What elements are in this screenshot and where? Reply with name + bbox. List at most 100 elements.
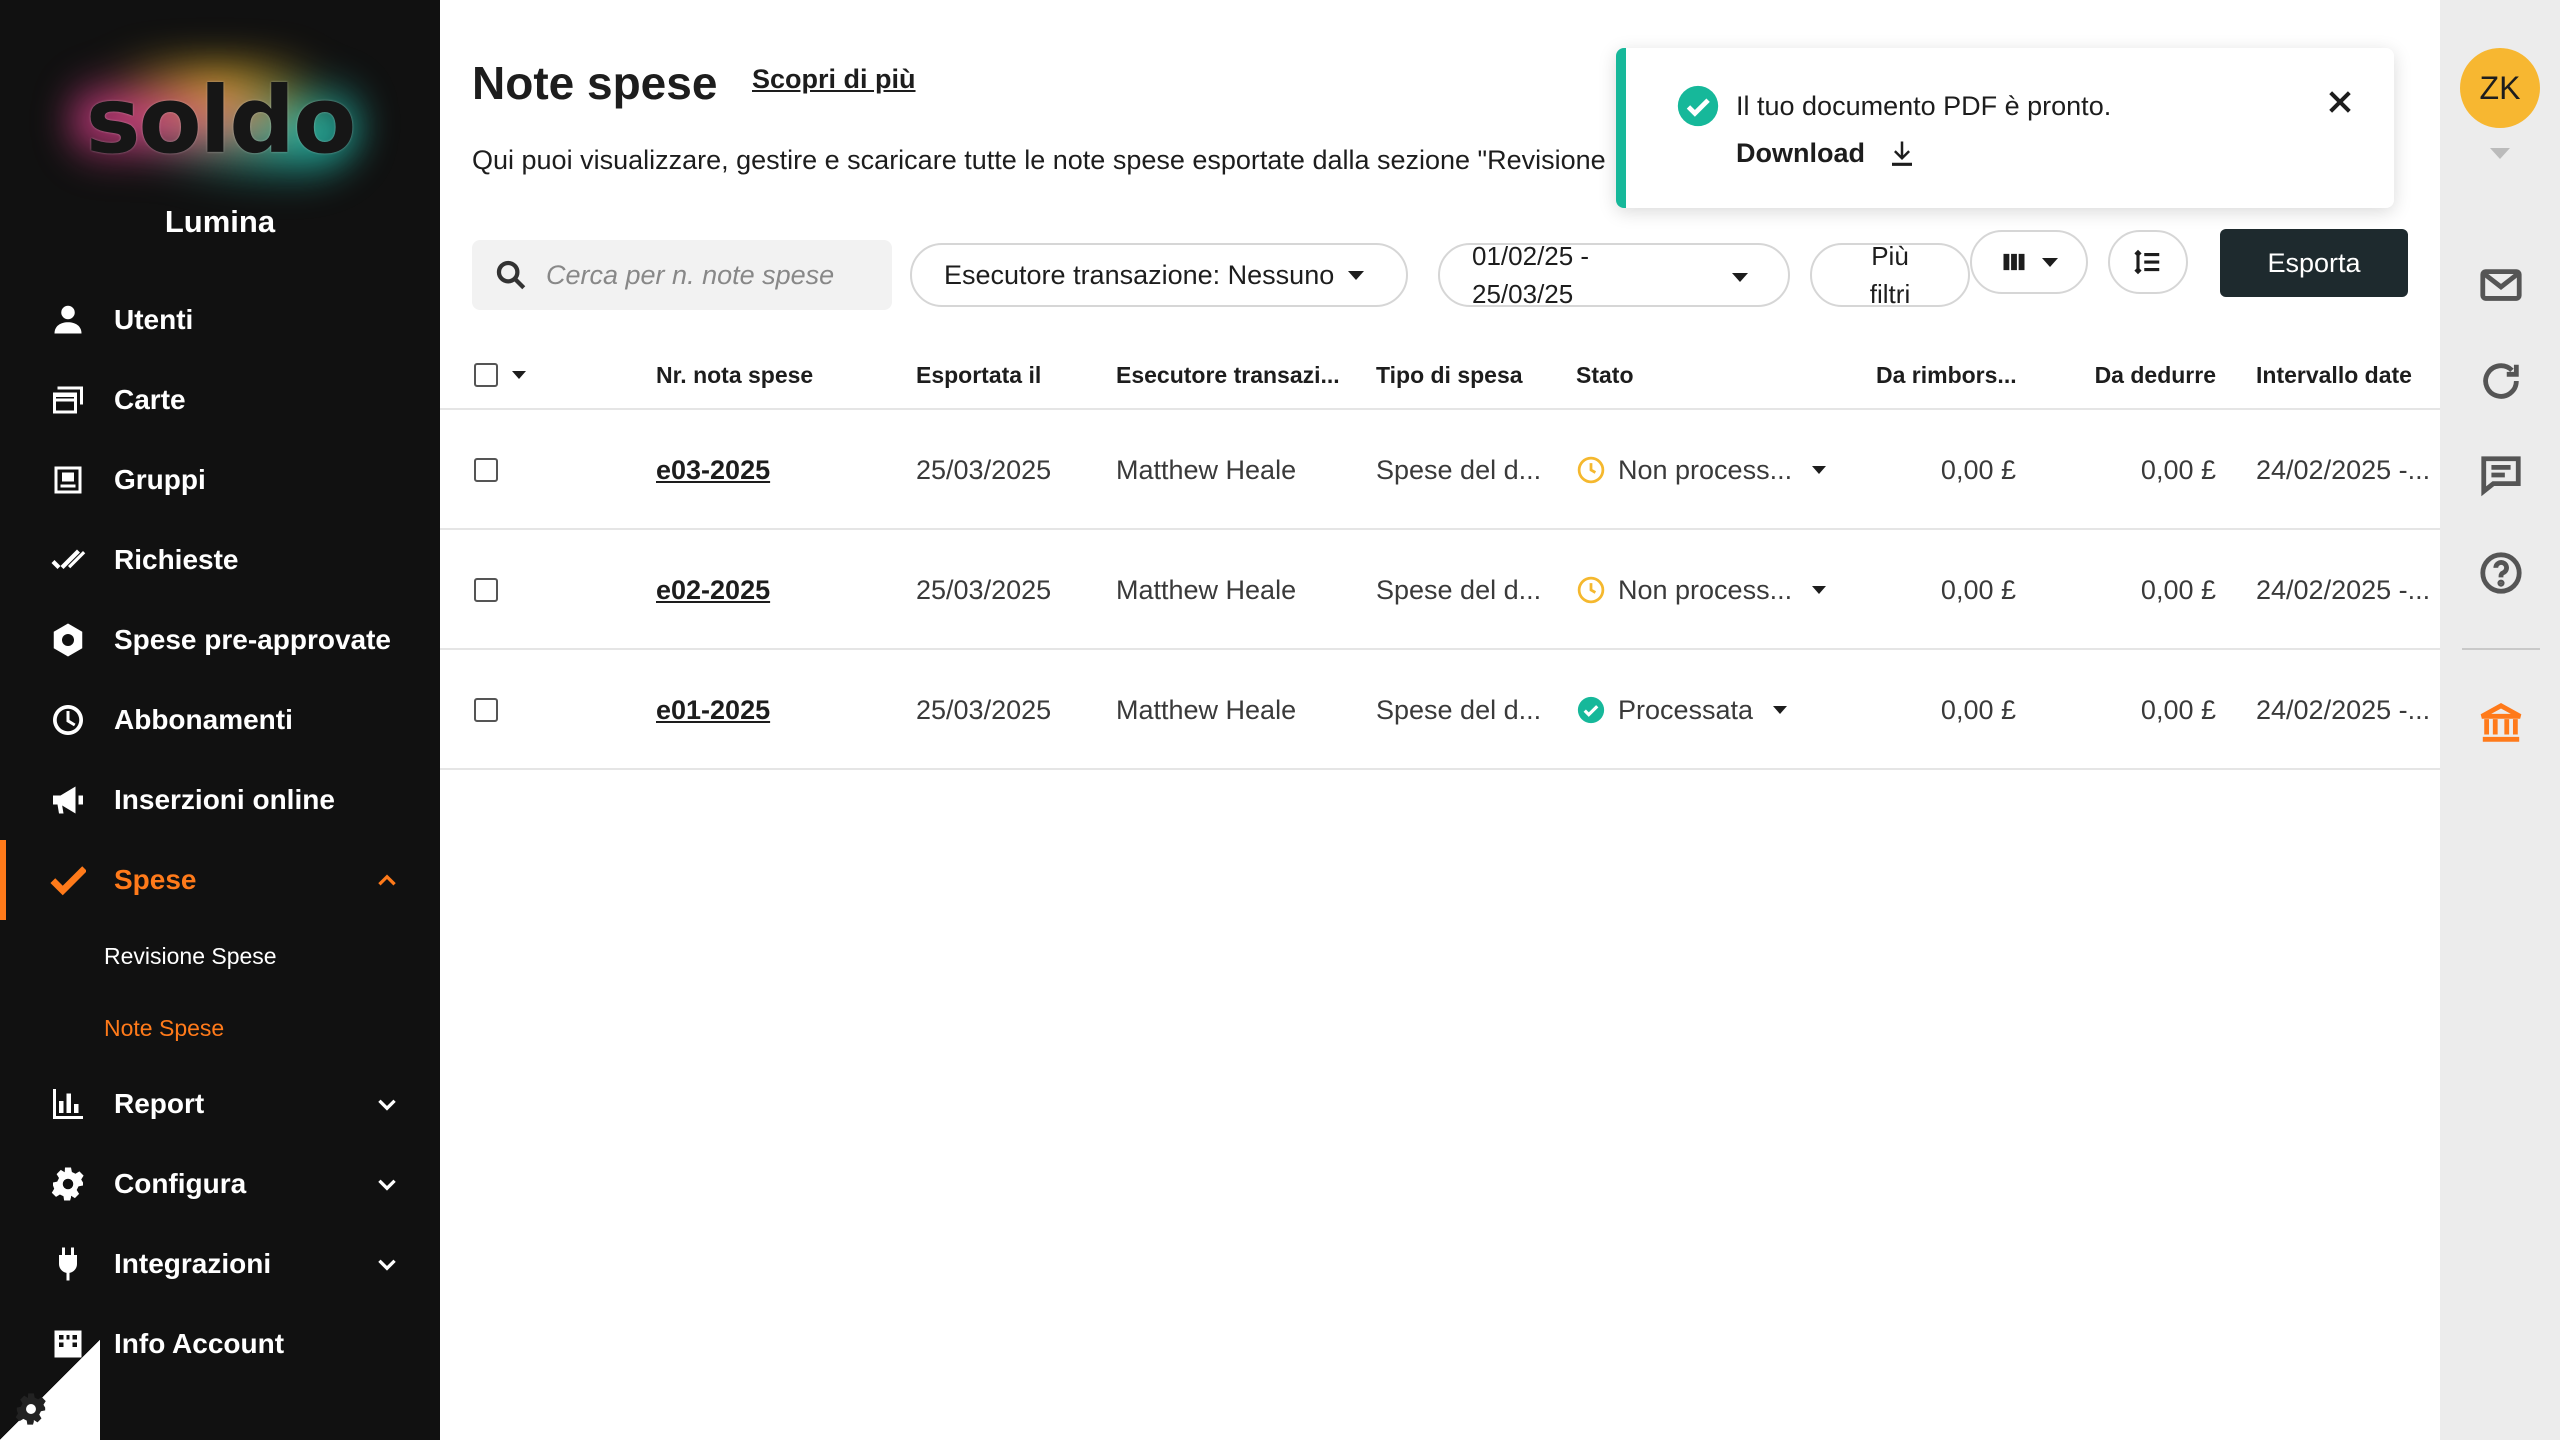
row-checkbox[interactable] [474, 578, 498, 602]
row-select[interactable] [474, 410, 498, 530]
sidebar-item-label: Info Account [114, 1328, 285, 1359]
row-density-button[interactable] [2108, 230, 2188, 294]
search-icon [496, 260, 526, 290]
sidebar-item-label: Spese pre-approvate [114, 624, 391, 655]
column-header-deduct[interactable]: Da dedurre [2076, 340, 2216, 410]
table-row[interactable]: e03-2025 25/03/2025 Matthew Heale Spese … [440, 410, 2440, 530]
status-dropdown[interactable]: Non process... [1576, 410, 1827, 530]
date-range-filter[interactable]: 01/02/25 - 25/03/25 [1438, 241, 1790, 309]
row-select[interactable] [474, 650, 498, 770]
sidebar-item-label: Configura [114, 1168, 247, 1199]
column-header-date-range[interactable]: Intervallo date [2256, 340, 2412, 410]
status-dropdown[interactable]: Processata [1576, 650, 1788, 770]
deduct-amount: 0,00 £ [2140, 695, 2216, 725]
sidebar-subitem-note-spese[interactable]: Note Spese [0, 992, 440, 1064]
user-avatar[interactable]: ZK [2460, 48, 2540, 128]
chevron-down-icon[interactable] [374, 1091, 400, 1117]
groups-icon [48, 460, 88, 500]
sidebar-item-integrazioni[interactable]: Integrazioni [0, 1224, 440, 1304]
sidebar-item-richieste[interactable]: Richieste [0, 520, 440, 600]
badge-icon [48, 620, 88, 660]
sidebar-item-gruppi[interactable]: Gruppi [0, 440, 440, 520]
expense-type: Spese del d... [1376, 575, 1542, 605]
chevron-up-icon[interactable] [374, 867, 400, 893]
columns-icon [2003, 253, 2025, 271]
select-all-checkbox[interactable] [474, 363, 498, 387]
executor-name: Matthew Heale [1116, 575, 1297, 605]
date-range-end: 25/03/25 [1472, 279, 1574, 309]
sidebar-item-abbonamenti[interactable]: Abbonamenti [0, 680, 440, 760]
columns-toggle-button[interactable] [1970, 230, 2088, 294]
toast-download-link[interactable]: Download [1736, 138, 1917, 169]
mail-icon[interactable] [2478, 262, 2524, 308]
learn-more-link[interactable]: Scopri di più [752, 64, 916, 95]
status-cell: Non process... [1576, 410, 1827, 530]
refund-amount: 0,00 £ [1940, 695, 2016, 725]
row-select[interactable] [474, 530, 498, 650]
cards-icon [48, 380, 88, 420]
sidebar-item-carte[interactable]: Carte [0, 360, 440, 440]
sidebar-item-configura[interactable]: Configura [0, 1144, 440, 1224]
export-button[interactable]: Esporta [2220, 229, 2408, 297]
caret-down-icon[interactable] [512, 371, 526, 379]
caret-down-icon [1348, 270, 1365, 280]
toast-download-label: Download [1736, 138, 1865, 168]
settings-gear-icon[interactable] [14, 1392, 48, 1426]
soldo-logo[interactable]: soldo [0, 58, 440, 183]
chevron-down-icon[interactable] [374, 1171, 400, 1197]
column-header-exported[interactable]: Esportata il [916, 340, 1041, 410]
organization-name: Lumina [164, 204, 276, 239]
deduct-amount: 0,00 £ [2140, 455, 2216, 485]
bank-icon[interactable] [2478, 700, 2524, 746]
sidebar-item-utenti[interactable]: Utenti [0, 280, 440, 360]
search-input[interactable] [546, 259, 866, 291]
sidebar-nav: Utenti Carte Gruppi Richieste Spese pre-… [0, 280, 440, 1384]
pending-clock-icon [1577, 456, 1605, 484]
report-number-link[interactable]: e02-2025 [656, 530, 770, 650]
sidebar-subitem-revisione-spese[interactable]: Revisione Spese [0, 920, 440, 992]
page-title: Note spese [472, 57, 718, 109]
download-icon [1892, 141, 1912, 166]
column-header-number[interactable]: Nr. nota spese [656, 340, 813, 410]
column-header-executor[interactable]: Esecutore transazi... [1116, 340, 1340, 410]
date-range: 24/02/2025 -... [2256, 575, 2431, 605]
sidebar-item-spese-pre-approvate[interactable]: Spese pre-approvate [0, 600, 440, 680]
column-header-status[interactable]: Stato [1576, 340, 1634, 410]
executor-name: Matthew Heale [1116, 455, 1297, 485]
refresh-icon[interactable] [2478, 358, 2524, 404]
column-header-refund[interactable]: Da rimbors... [1876, 340, 2017, 410]
more-filters-button[interactable]: Più filtri [1810, 241, 1970, 309]
select-all[interactable] [474, 340, 526, 410]
row-checkbox[interactable] [474, 458, 498, 482]
table-row[interactable]: e01-2025 25/03/2025 Matthew Heale Spese … [440, 650, 2440, 770]
close-icon[interactable] [2324, 86, 2356, 118]
caret-down-icon[interactable] [2490, 148, 2510, 159]
plug-icon [48, 1244, 88, 1284]
report-number-link[interactable]: e03-2025 [656, 410, 770, 530]
chat-icon[interactable] [2478, 452, 2524, 498]
processed-check-icon [1577, 696, 1605, 724]
column-header-type[interactable]: Tipo di spesa [1376, 340, 1523, 410]
table-row[interactable]: e02-2025 25/03/2025 Matthew Heale Spese … [440, 530, 2440, 650]
caret-down-icon [1812, 466, 1827, 474]
executor-filter-dropdown[interactable]: Esecutore transazione: Nessuno [910, 243, 1408, 307]
checkmark-pen-icon [48, 860, 88, 900]
help-icon[interactable] [2478, 550, 2524, 596]
sidebar: soldo Lumina Utenti Carte Gruppi Richies… [0, 0, 440, 1440]
refund-amount: 0,00 £ [1940, 455, 2016, 485]
chevron-down-icon[interactable] [374, 1251, 400, 1277]
date-range: 24/02/2025 -... [2256, 455, 2431, 485]
row-checkbox[interactable] [474, 698, 498, 722]
deduct-amount: 0,00 £ [2140, 575, 2216, 605]
exported-date: 25/03/2025 [916, 455, 1052, 485]
status-dropdown[interactable]: Non process... [1576, 530, 1827, 650]
sidebar-item-inserzioni-online[interactable]: Inserzioni online [0, 760, 440, 840]
sidebar-item-spese[interactable]: Spese [0, 840, 440, 920]
report-number-link[interactable]: e01-2025 [656, 650, 770, 770]
sort-lines-icon [2134, 249, 2160, 275]
refund-amount: 0,00 £ [1940, 575, 2016, 605]
search-box[interactable] [472, 240, 892, 310]
status-label: Non process... [1618, 455, 1793, 485]
exported-date: 25/03/2025 [916, 575, 1052, 605]
sidebar-item-report[interactable]: Report [0, 1064, 440, 1144]
